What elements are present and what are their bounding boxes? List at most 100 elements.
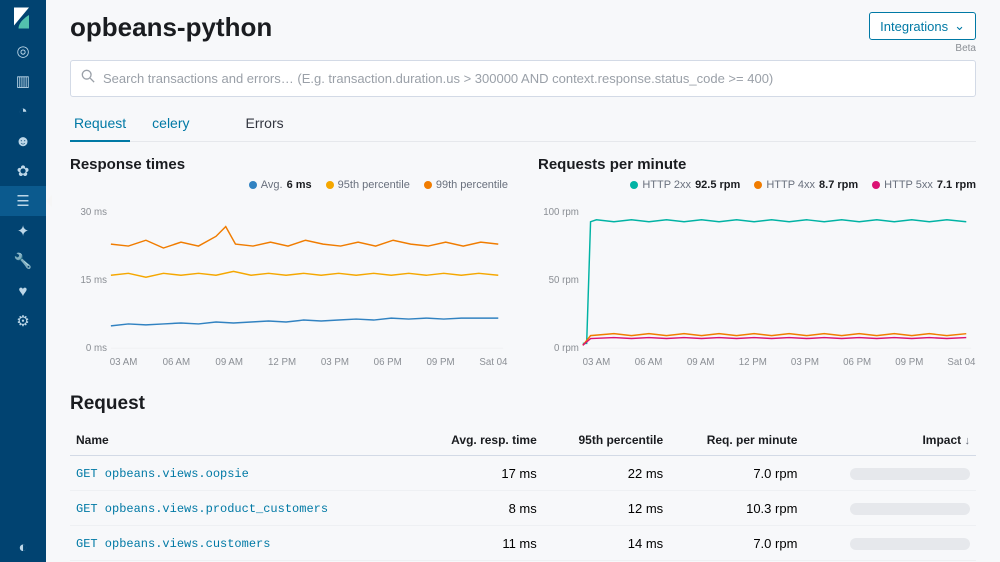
charts-row: Response times Avg. 6 ms 95th percentile… [70,156,976,375]
compass-icon: ◎ [16,42,29,60]
sidebar-item-management[interactable]: 🔧 [0,246,46,276]
beta-label: Beta [869,43,976,54]
chart-legend: HTTP 2xx 92.5 rpm HTTP 4xx 8.7 rpm HTTP … [538,179,976,191]
chart-title: Response times [70,156,508,173]
chart-legend: Avg. 6 ms 95th percentile 99th percentil… [70,179,508,191]
th-rpm[interactable]: Req. per minute [669,425,803,456]
cell-avg: 8 ms [415,491,543,526]
legend-item[interactable]: HTTP 2xx 92.5 rpm [630,179,740,191]
cell-rpm: 10.3 rpm [669,491,803,526]
search-bar[interactable] [70,60,976,97]
rpm-chart: 100 rpm 50 rpm 0 rpm 03 AM06 AM09 AM12 P… [538,195,976,375]
gear-alt-icon: ✿ [17,162,30,180]
cell-impact [803,456,976,491]
legend-dot-icon [424,181,432,189]
legend-dot-icon [630,181,638,189]
table-row: GET opbeans.views.product_customers 8 ms… [70,491,976,526]
svg-text:0 rpm: 0 rpm [554,343,579,354]
svg-text:30 ms: 30 ms [81,207,108,218]
main-content: opbeans-python Integrations ⌄ Beta Reque… [46,0,1000,562]
response-times-chart: 30 ms 15 ms 0 ms 03 AM06 AM09 AM12 PM03 … [70,195,508,375]
tab-celery[interactable]: celery [148,107,193,141]
svg-text:03 PM: 03 PM [321,357,349,368]
wrench-icon: 🔧 [14,252,33,270]
sidebar-item-monitoring[interactable]: ♥ [0,276,46,306]
svg-text:15 ms: 15 ms [81,275,108,286]
svg-text:06 AM: 06 AM [163,357,191,368]
cell-p95: 12 ms [543,491,669,526]
tabs: Request celery Errors [70,107,976,142]
chart-title: Requests per minute [538,156,976,173]
cell-rpm: 7.0 rpm [669,456,803,491]
legend-dot-icon [872,181,880,189]
kibana-logo[interactable] [0,0,46,36]
th-avg[interactable]: Avg. resp. time [415,425,543,456]
cell-impact [803,491,976,526]
sidebar-item-devtools[interactable]: ✿ [0,156,46,186]
legend-item[interactable]: 99th percentile [424,179,508,191]
svg-text:12 PM: 12 PM [268,357,296,368]
page-header: opbeans-python Integrations ⌄ Beta [70,12,976,54]
sidebar-item-collapse[interactable]: ◐ [0,532,46,562]
cell-p95: 22 ms [543,456,669,491]
chart-response-times: Response times Avg. 6 ms 95th percentile… [70,156,508,375]
legend-item[interactable]: HTTP 4xx 8.7 rpm [754,179,858,191]
legend-item[interactable]: HTTP 5xx 7.1 rpm [872,179,976,191]
svg-text:06 PM: 06 PM [374,357,402,368]
cell-p95: 14 ms [543,526,669,561]
legend-dot-icon [326,181,334,189]
page-title: opbeans-python [70,12,272,43]
sidebar-item-dashboard[interactable]: ◔ [0,96,46,126]
settings-icon: ⚙ [16,312,29,330]
sidebar-item-visualize[interactable]: ▥ [0,66,46,96]
pie-icon: ◔ [18,103,27,120]
svg-text:50 rpm: 50 rpm [549,275,579,286]
th-name[interactable]: Name [70,425,415,456]
svg-text:09 AM: 09 AM [215,357,243,368]
svg-text:09 AM: 09 AM [687,357,715,368]
table-row: GET opbeans.views.customers 11 ms 14 ms … [70,526,976,561]
svg-text:Sat 04: Sat 04 [947,357,976,368]
cell-avg: 11 ms [415,526,543,561]
sidebar: ◎ ▥ ◔ ☻ ✿ ☰ ✦ 🔧 ♥ ⚙ ◐ [0,0,46,562]
sidebar-item-discover[interactable]: ◎ [0,36,46,66]
lines-icon: ☰ [16,192,29,210]
legend-dot-icon [249,181,257,189]
sidebar-item-apm[interactable]: ☰ [0,186,46,216]
search-input[interactable] [103,71,965,86]
transaction-link[interactable]: GET opbeans.views.product_customers [76,502,328,516]
transactions-table: Name Avg. resp. time 95th percentile Req… [70,425,976,562]
face-icon: ☻ [15,133,31,150]
svg-text:03 AM: 03 AM [583,357,611,368]
legend-item[interactable]: Avg. 6 ms [249,179,312,191]
cell-impact [803,526,976,561]
chart-rpm: Requests per minute HTTP 2xx 92.5 rpm HT… [538,156,976,375]
tab-request[interactable]: Request [70,107,130,141]
th-impact[interactable]: Impact ↓ [803,425,976,456]
integrations-button[interactable]: Integrations ⌄ [869,12,976,40]
tab-errors[interactable]: Errors [242,107,288,141]
th-p95[interactable]: 95th percentile [543,425,669,456]
table-row: GET opbeans.views.oopsie 17 ms 22 ms 7.0… [70,456,976,491]
bar-chart-icon: ▥ [16,72,30,90]
search-icon [81,69,95,88]
heartbeat-icon: ♥ [19,283,28,300]
svg-text:12 PM: 12 PM [739,357,767,368]
collapse-icon: ◐ [18,539,27,556]
legend-item[interactable]: 95th percentile [326,179,410,191]
svg-text:Sat 04: Sat 04 [479,357,508,368]
svg-text:06 PM: 06 PM [843,357,871,368]
sidebar-item-settings[interactable]: ⚙ [0,306,46,336]
svg-text:09 PM: 09 PM [427,357,455,368]
section-title: Request [70,393,976,415]
svg-text:100 rpm: 100 rpm [543,207,579,218]
transaction-link[interactable]: GET opbeans.views.oopsie [76,467,249,481]
chevron-down-icon: ⌄ [954,18,965,34]
sidebar-item-watcher[interactable]: ☻ [0,126,46,156]
integrations-label: Integrations [880,19,948,34]
cell-avg: 17 ms [415,456,543,491]
scatter-icon: ✦ [17,222,30,240]
legend-dot-icon [754,181,762,189]
transaction-link[interactable]: GET opbeans.views.customers [76,537,270,551]
sidebar-item-ml[interactable]: ✦ [0,216,46,246]
